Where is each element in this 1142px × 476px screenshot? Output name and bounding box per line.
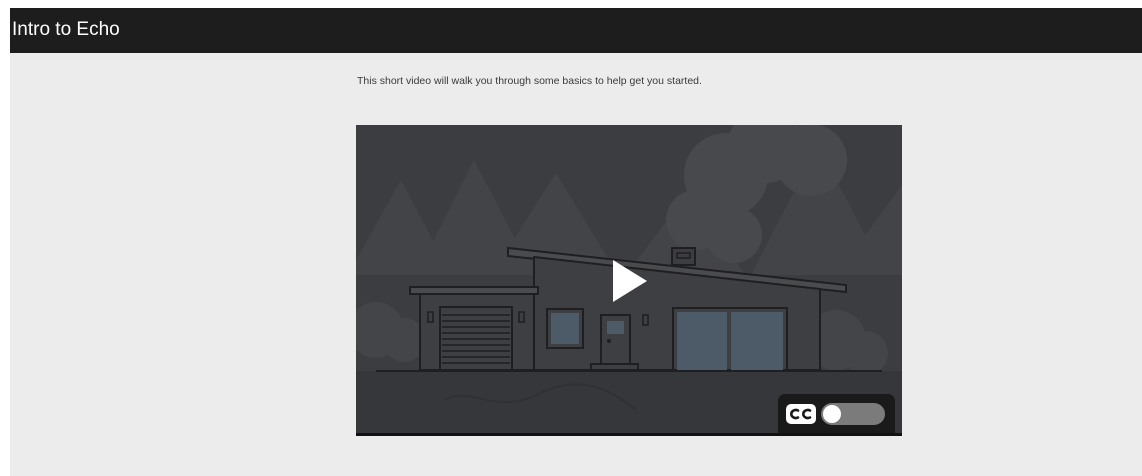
video-player[interactable] <box>356 125 902 436</box>
page: Intro to Echo This short video will walk… <box>0 0 1142 476</box>
content-panel: Intro to Echo This short video will walk… <box>10 8 1142 476</box>
captions-control <box>778 394 895 433</box>
captions-toggle[interactable] <box>821 403 885 425</box>
play-icon <box>613 260 647 302</box>
closed-captions-icon[interactable] <box>785 403 817 425</box>
captions-toggle-knob <box>823 405 841 423</box>
video-progress-bar[interactable] <box>356 433 902 436</box>
page-title: Intro to Echo <box>12 19 120 40</box>
intro-description: This short video will walk you through s… <box>357 75 702 87</box>
header-bar: Intro to Echo <box>10 8 1142 53</box>
play-button[interactable] <box>609 258 649 304</box>
